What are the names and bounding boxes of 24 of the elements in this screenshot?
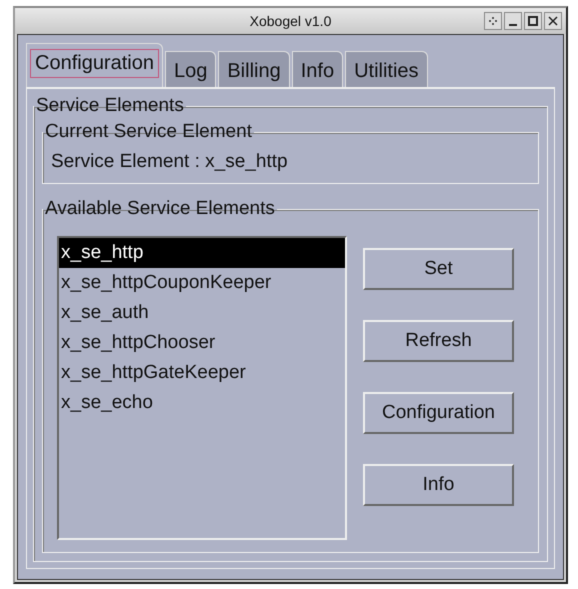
maximize-icon[interactable] (524, 12, 542, 30)
current-element-label: Service Element : x_se_http (51, 150, 289, 174)
menu-icon[interactable] (484, 12, 502, 30)
list-item[interactable]: x_se_echo (59, 388, 345, 418)
tab[interactable]: Configuration (26, 43, 163, 87)
action-button[interactable]: Info (363, 464, 514, 506)
tab[interactable]: Info (292, 51, 344, 87)
minimize-icon[interactable] (504, 12, 522, 30)
action-button[interactable]: Refresh (363, 320, 514, 362)
list-item[interactable]: x_se_httpCouponKeeper (59, 268, 345, 298)
tab[interactable]: Log (164, 51, 216, 87)
list-item[interactable]: x_se_httpChooser (59, 328, 345, 358)
list-item[interactable]: x_se_http (59, 238, 345, 268)
tab[interactable]: Billing (218, 51, 290, 87)
window-title: Xobogel v1.0 (250, 13, 332, 29)
group-title: Available Service Elements (44, 198, 276, 220)
group-title: Current Service Element (44, 121, 253, 143)
group-title: Service Elements (35, 95, 185, 117)
action-button[interactable]: Set (363, 248, 514, 290)
close-icon[interactable] (544, 12, 562, 30)
tab[interactable]: Utilities (345, 51, 428, 87)
action-button[interactable]: Configuration (363, 392, 514, 434)
list-item[interactable]: x_se_httpGateKeeper (59, 358, 345, 388)
list-item[interactable]: x_se_auth (59, 298, 345, 328)
